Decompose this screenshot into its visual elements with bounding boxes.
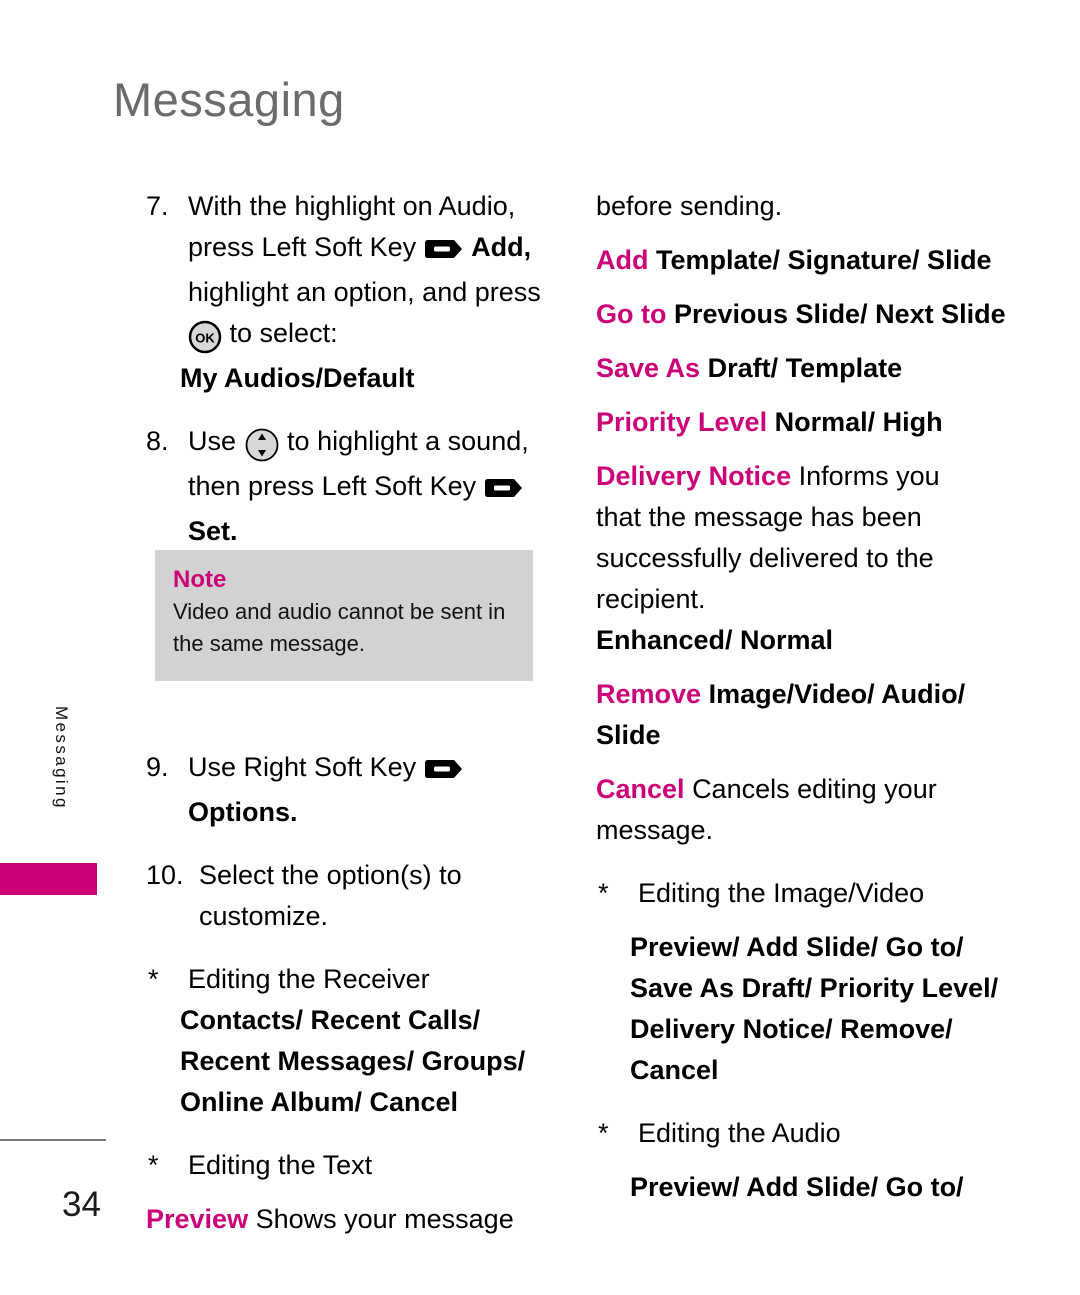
entry-priority-level-keyword: Priority Level — [596, 407, 768, 437]
note-box: Note Video and audio cannot be sent in t… — [155, 550, 533, 681]
entry-delivery-notice-line-3: successfully delivered to the — [596, 543, 934, 573]
entry-go-to: Go to Previous Slide/ Next Slide — [596, 294, 1006, 335]
soft-key-icon — [424, 231, 464, 272]
entry-save-as: Save As Draft/ Template — [596, 348, 1006, 389]
entry-add-description: Template/ Signature/ Slide — [656, 245, 992, 275]
note-text: Video and audio cannot be sent in the sa… — [173, 599, 506, 656]
bullet-editing-receiver-label: Editing the Receiver — [188, 964, 430, 994]
image-video-options: Preview/ Add Slide/ Go to/ Save As Draft… — [596, 927, 1006, 1091]
step-8-line-1a: Use — [188, 426, 237, 456]
page-number: 34 — [62, 1185, 101, 1224]
audio-options-line-1: Preview/ Add Slide/ Go to/ — [630, 1172, 964, 1202]
entry-delivery-notice-keyword: Delivery Notice — [596, 461, 792, 491]
step-7-result: My Audios/Default — [180, 363, 415, 393]
entry-cancel-line-2: message. — [596, 815, 714, 845]
entry-add-keyword: Add — [596, 245, 649, 275]
bullet-editing-audio-label: Editing the Audio — [638, 1118, 841, 1148]
audio-options: Preview/ Add Slide/ Go to/ — [596, 1167, 1006, 1208]
bullet-star: * — [598, 878, 609, 908]
entry-cancel: Cancel Cancels editing your message. — [596, 769, 1006, 851]
entry-go-to-description: Previous Slide/ Next Slide — [674, 299, 1006, 329]
entry-delivery-notice-line-1: Informs you — [798, 461, 940, 491]
receiver-options-line-3: Online Album/ Cancel — [180, 1087, 459, 1117]
bullet-editing-receiver: * Editing the Receiver — [146, 959, 546, 1000]
image-video-options-line-3: Delivery Notice/ Remove/ — [630, 1014, 953, 1044]
step-7-line-4: to select: — [229, 318, 338, 348]
step-9-line-1: Use Right Soft Key — [188, 752, 417, 782]
bullet-editing-audio: * Editing the Audio — [596, 1113, 1006, 1154]
step-7-line-3: highlight an option, and press — [188, 277, 541, 307]
side-tab-label: Messaging — [52, 706, 71, 810]
step-10-line-2: customize. — [199, 901, 329, 931]
step-9-number: 9. — [146, 752, 169, 782]
entry-cancel-keyword: Cancel — [596, 774, 685, 804]
step-7: 7. With the highlight on Audio, press Le… — [146, 186, 546, 358]
entry-remove-description-line-1: Image/Video/ Audio/ — [708, 679, 966, 709]
step-8-number: 8. — [146, 426, 169, 456]
left-column: 7. With the highlight on Audio, press Le… — [146, 186, 546, 1240]
step-7-number: 7. — [146, 191, 169, 221]
navigation-key-icon — [244, 425, 280, 466]
entry-delivery-notice: Delivery Notice Informs you that the mes… — [596, 456, 1006, 620]
step-10-number: 10. — [146, 860, 184, 890]
ok-key-icon: OK — [188, 317, 222, 358]
continued-text: before sending. — [596, 191, 783, 221]
entry-remove: Remove Image/Video/ Audio/ Slide — [596, 674, 1006, 756]
bullet-star: * — [148, 1150, 159, 1180]
receiver-options-line-1: Contacts/ Recent Calls/ — [180, 1005, 481, 1035]
page-title: Messaging — [113, 73, 345, 126]
delivery-notice-options: Enhanced/ Normal — [596, 625, 834, 655]
entry-add: Add Template/ Signature/ Slide — [596, 240, 1006, 281]
image-video-options-line-1: Preview/ Add Slide/ Go to/ — [630, 932, 964, 962]
note-title: Note — [173, 566, 227, 593]
bullet-editing-image-video-label: Editing the Image/Video — [638, 878, 925, 908]
bullet-star: * — [598, 1118, 609, 1148]
svg-text:OK: OK — [195, 331, 215, 346]
step-8: 8. Use to highlight a sound, then press … — [146, 421, 546, 511]
soft-key-icon — [484, 470, 524, 511]
entry-preview-keyword: Preview — [146, 1204, 249, 1234]
entry-delivery-notice-line-2: that the message has been — [596, 502, 922, 532]
image-video-options-line-4: Cancel — [630, 1055, 719, 1085]
step-7-line-2a: press Left Soft Key — [188, 232, 417, 262]
footer-divider — [0, 1139, 106, 1141]
soft-key-icon — [424, 751, 464, 792]
entry-priority-level-description: Normal/ High — [774, 407, 943, 437]
step-10-line-1: Select the option(s) to — [199, 860, 462, 890]
entry-remove-description-line-2: Slide — [596, 720, 661, 750]
receiver-options-line-2: Recent Messages/ Groups/ — [180, 1046, 526, 1076]
entry-delivery-notice-line-4: recipient. — [596, 584, 706, 614]
entry-cancel-line-1: Cancels editing your — [692, 774, 937, 804]
side-tab-marker — [0, 863, 97, 895]
bullet-editing-text-label: Editing the Text — [188, 1150, 373, 1180]
entry-save-as-keyword: Save As — [596, 353, 701, 383]
image-video-options-line-2: Save As Draft/ Priority Level/ — [630, 973, 999, 1003]
entry-preview-description: Shows your message — [255, 1204, 514, 1234]
entry-remove-keyword: Remove — [596, 679, 702, 709]
step-8-result: Set. — [188, 516, 238, 546]
entry-save-as-description: Draft/ Template — [707, 353, 903, 383]
bullet-star: * — [148, 964, 159, 994]
step-8-line-1b: to highlight a sound, — [287, 426, 529, 456]
step-10: 10. Select the option(s) to customize. — [146, 855, 546, 937]
receiver-options: Contacts/ Recent Calls/ Recent Messages/… — [146, 1000, 546, 1123]
entry-preview: Preview Shows your message — [146, 1199, 546, 1240]
entry-priority-level: Priority Level Normal/ High — [596, 402, 1006, 443]
bullet-editing-image-video: * Editing the Image/Video — [596, 873, 1006, 914]
step-9: 9. Use Right Soft Key — [146, 747, 546, 792]
right-column: before sending. Add Template/ Signature/… — [596, 186, 1006, 1208]
step-7-line-2b: Add, — [471, 232, 532, 262]
entry-go-to-keyword: Go to — [596, 299, 667, 329]
bullet-editing-text: * Editing the Text — [146, 1145, 546, 1186]
step-8-line-2: then press Left Soft Key — [188, 471, 477, 501]
step-9-result: Options. — [188, 797, 298, 827]
step-7-line-1: With the highlight on Audio, — [188, 191, 516, 221]
